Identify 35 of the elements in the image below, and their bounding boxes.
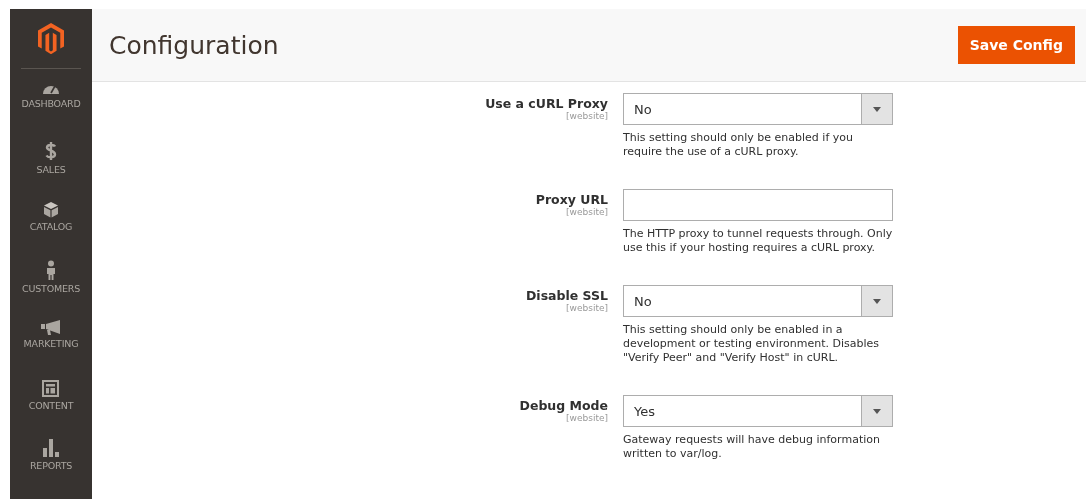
person-icon	[45, 260, 57, 281]
caret-icon	[873, 106, 881, 112]
field-note: The HTTP proxy to tunnel requests through. Only use this if your hosting requires a cURL proxy.	[623, 227, 893, 255]
menu-item[interactable]: CATALOG	[29, 200, 73, 261]
scope-label: [website]	[566, 303, 608, 313]
select-field[interactable]: No	[623, 93, 893, 125]
field-label: Use a cURL Proxy	[485, 96, 608, 111]
field-note: This setting should only be enabled if you require the use of a cURL proxy.	[623, 131, 854, 159]
field-note: This setting should only be enabled in a development or testing environment. Disables "Verify Peer" and "Verify Host" in cURL.	[623, 323, 881, 365]
input-field[interactable]	[623, 189, 893, 221]
select-field[interactable]: Yes	[623, 395, 893, 427]
field-label: Disable SSL	[526, 288, 608, 303]
scope-label: [website]	[566, 111, 608, 121]
menu-item[interactable]: CONTENT	[28, 379, 74, 440]
menu-item[interactable]: CUSTOMERS	[22, 260, 80, 320]
save-config-button[interactable]: Save Config	[957, 26, 1075, 64]
scope-label: [website]	[566, 207, 608, 217]
field-label: Proxy URL	[535, 192, 608, 207]
caret-icon	[873, 298, 881, 304]
field-note: Gateway requests will have debug information written to var/log.	[623, 433, 881, 461]
bar-chart-icon	[42, 439, 60, 458]
layout-icon	[42, 379, 60, 397]
field-label: Debug Mode	[519, 398, 608, 413]
page-title: Configuration	[109, 30, 279, 60]
scope-label: [website]	[566, 413, 608, 423]
logo-icon[interactable]	[38, 23, 64, 55]
select-field[interactable]: No	[623, 285, 893, 317]
menu-item[interactable]: DASHBOARD	[21, 81, 81, 141]
dollar-icon	[45, 140, 57, 161]
menu-item[interactable]: REPORTS	[29, 439, 73, 499]
megaphone-icon	[41, 320, 61, 335]
caret-icon	[873, 408, 881, 414]
menu-item[interactable]: SALES	[36, 140, 66, 201]
box-icon	[43, 200, 59, 218]
menu-item[interactable]: MARKETING	[23, 320, 79, 380]
